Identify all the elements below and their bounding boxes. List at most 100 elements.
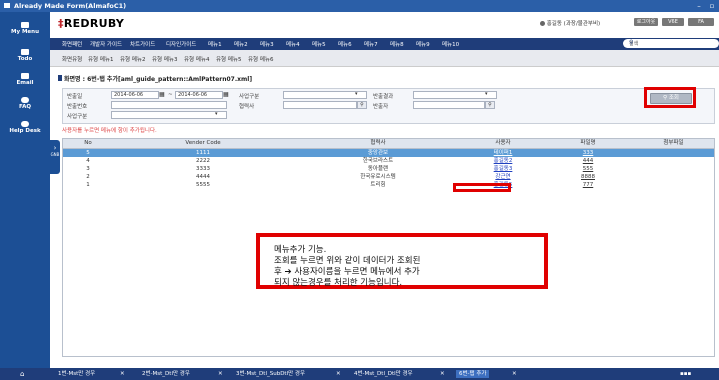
cell-no: 3 bbox=[86, 166, 90, 172]
column-header-no[interactable]: No bbox=[63, 139, 113, 149]
search-filter-panel: 반출일 2014-06-06 ▦ ~ 2014-06-06 ▦ 사업구분 ▾ 반… bbox=[62, 88, 715, 124]
cell-vendor-code: 2222 bbox=[196, 158, 210, 164]
sidebar-item-email[interactable]: Email bbox=[0, 73, 50, 97]
date-label: 반출일 bbox=[67, 94, 83, 100]
nav-item-menu6[interactable]: 메뉴6 bbox=[338, 40, 352, 48]
subnav-item-type-menu6[interactable]: 유형 메뉴6 bbox=[248, 55, 274, 63]
cell-company: 트리힘 bbox=[370, 182, 386, 188]
table-row[interactable]: 5 1111 중앙관보 테이퍼1 333 bbox=[63, 149, 714, 157]
cooperator-label: 협력사 bbox=[239, 104, 255, 110]
chevron-down-icon[interactable]: ▾ bbox=[485, 91, 488, 97]
cell-file[interactable]: 555 bbox=[543, 165, 633, 173]
version-button[interactable]: V6E bbox=[662, 18, 684, 26]
nav-item-screen-pattern[interactable]: 화면패턴 bbox=[62, 40, 82, 48]
task-tab-3[interactable]: 3번-Mst_Dtl_SubDtl만 경우 bbox=[236, 370, 305, 378]
nav-item-dev-guide[interactable]: 개발자 가이드 bbox=[90, 40, 122, 48]
task-tab-5[interactable]: 6번-탭 추가 bbox=[456, 370, 490, 378]
cooperator-input[interactable] bbox=[283, 101, 357, 109]
cell-file[interactable]: 333 bbox=[543, 149, 633, 157]
table-row[interactable]: 2 4444 한국유로시스템 강근연 8888 bbox=[63, 173, 714, 181]
nav-item-menu9[interactable]: 메뉴9 bbox=[416, 40, 430, 48]
favorites-button[interactable]: FA bbox=[688, 18, 714, 26]
column-header-company[interactable]: 협력사 bbox=[293, 139, 463, 149]
calendar-icon[interactable]: ▦ bbox=[159, 91, 165, 98]
task-tab-2[interactable]: 2번-Mst_Dtl만 경우 bbox=[142, 370, 190, 378]
biz-select[interactable] bbox=[111, 111, 227, 119]
subnav-item-type-menu5[interactable]: 유형 메뉴5 bbox=[216, 55, 242, 63]
logout-button[interactable]: 로그아웃 bbox=[634, 18, 658, 26]
nav-item-design-guide[interactable]: 디자인가이드 bbox=[166, 40, 196, 48]
grid-view-icon[interactable]: ▪▪▪ bbox=[680, 370, 691, 378]
close-icon[interactable]: ✕ bbox=[512, 370, 517, 378]
subnav-item-type-menu4[interactable]: 유형 메뉴4 bbox=[184, 55, 210, 63]
collapse-tab-label: GNB bbox=[50, 152, 60, 157]
requester-label: 반출자 bbox=[373, 104, 389, 110]
chevron-down-icon[interactable]: ▾ bbox=[215, 111, 218, 117]
cell-file[interactable]: 8888 bbox=[543, 173, 633, 181]
nav-item-menu7[interactable]: 메뉴7 bbox=[364, 40, 378, 48]
requester-search-icon[interactable]: ⚲ bbox=[485, 101, 495, 109]
search-icon[interactable]: ⚲ bbox=[629, 39, 715, 46]
column-header-attachment[interactable]: 첨부파일 bbox=[633, 139, 714, 149]
close-icon[interactable]: ✕ bbox=[440, 370, 445, 378]
bottom-taskbar: ⌂ 1번-Mst만 경우 ✕ 2번-Mst_Dtl만 경우 ✕ 3번-Mst_D… bbox=[0, 368, 719, 380]
subnav-item-type-menu3[interactable]: 유형 메뉴3 bbox=[152, 55, 178, 63]
nav-item-menu4[interactable]: 메뉴4 bbox=[286, 40, 300, 48]
date-from-input[interactable]: 2014-06-06 bbox=[111, 91, 159, 99]
minimize-icon[interactable]: – bbox=[695, 2, 703, 10]
close-icon[interactable]: ✕ bbox=[218, 370, 223, 378]
sidebar-item-label: Email bbox=[16, 80, 34, 86]
cell-company: 동아플랜 bbox=[367, 166, 389, 172]
sidebar-item-help-desk[interactable]: Help Desk bbox=[0, 121, 50, 145]
nav-item-menu3[interactable]: 메뉴3 bbox=[260, 40, 274, 48]
close-icon[interactable]: ▫ bbox=[708, 2, 716, 10]
cell-company: 한국브라스트 bbox=[362, 158, 394, 164]
nav-item-menu1[interactable]: 메뉴1 bbox=[208, 40, 222, 48]
table-row[interactable]: 1 5555 트리힘 홍길동5 777 bbox=[63, 181, 714, 189]
cell-no: 5 bbox=[86, 150, 90, 156]
cell-user-link[interactable]: 강근연 bbox=[463, 173, 543, 181]
subnav-item-type-menu2[interactable]: 유형 메뉴2 bbox=[120, 55, 146, 63]
sidebar-item-my-menu[interactable]: My Menu bbox=[0, 22, 50, 46]
close-icon[interactable]: ✕ bbox=[336, 370, 341, 378]
nav-item-menu2[interactable]: 메뉴2 bbox=[234, 40, 248, 48]
global-search-input[interactable]: 검색 ⚲ bbox=[623, 39, 719, 48]
sidebar-collapse-tab[interactable]: › GNB bbox=[50, 140, 60, 174]
close-icon[interactable]: ✕ bbox=[120, 370, 125, 378]
cell-file[interactable]: 444 bbox=[543, 157, 633, 165]
chevron-down-icon[interactable]: ▾ bbox=[355, 91, 358, 97]
task-tab-1[interactable]: 1번-Mst만 경우 bbox=[58, 370, 95, 378]
subnav-item-type-menu1[interactable]: 유형 메뉴1 bbox=[88, 55, 114, 63]
cooperator-search-icon[interactable]: ⚲ bbox=[357, 101, 367, 109]
subnav-item-type[interactable]: 화면유형 bbox=[62, 55, 82, 63]
nav-item-menu10[interactable]: 메뉴10 bbox=[442, 40, 459, 48]
cell-vendor-code: 5555 bbox=[196, 182, 210, 188]
cell-vendor-code: 3333 bbox=[196, 166, 210, 172]
column-header-file[interactable]: 파일명 bbox=[543, 139, 633, 149]
table-row[interactable]: 3 3333 동아플랜 홍길동3 555 bbox=[63, 165, 714, 173]
biz-type-label: 사업구분 bbox=[239, 94, 260, 100]
task-tab-4[interactable]: 4번-Mst_Dtl_Dtl만 경우 bbox=[354, 370, 413, 378]
sidebar-item-label: Help Desk bbox=[9, 128, 41, 134]
calendar-icon[interactable]: ▦ bbox=[223, 91, 229, 98]
nav-item-chart-guide[interactable]: 차트가이드 bbox=[130, 40, 155, 48]
question-icon bbox=[21, 97, 29, 103]
date-to-input[interactable]: 2014-06-06 bbox=[175, 91, 223, 99]
cell-user-link[interactable]: 테이퍼1 bbox=[463, 149, 543, 157]
sidebar-item-todo[interactable]: Todo bbox=[0, 49, 50, 73]
nav-item-menu8[interactable]: 메뉴8 bbox=[390, 40, 404, 48]
cell-company: 중앙관보 bbox=[367, 150, 389, 156]
sub-nav: 화면유형 유형 메뉴1 유형 메뉴2 유형 메뉴3 유형 메뉴4 유형 메뉴5 … bbox=[50, 50, 719, 67]
column-header-vendor-code[interactable]: Vender Code bbox=[113, 139, 293, 149]
column-header-user[interactable]: 사용자 bbox=[463, 139, 543, 149]
home-icon[interactable]: ⌂ bbox=[20, 370, 24, 378]
cell-user-link[interactable]: 홍길동3 bbox=[463, 165, 543, 173]
requester-input[interactable] bbox=[413, 101, 485, 109]
cell-user-link[interactable]: 홍길동2 bbox=[463, 157, 543, 165]
sidebar-item-faq[interactable]: FAQ bbox=[0, 97, 50, 121]
nav-item-menu5[interactable]: 메뉴5 bbox=[312, 40, 326, 48]
shipment-no-input[interactable] bbox=[111, 101, 227, 109]
sidebar-item-label: FAQ bbox=[18, 104, 32, 110]
table-row[interactable]: 4 2222 한국브라스트 홍길동2 444 bbox=[63, 157, 714, 165]
cell-file[interactable]: 777 bbox=[543, 181, 633, 189]
